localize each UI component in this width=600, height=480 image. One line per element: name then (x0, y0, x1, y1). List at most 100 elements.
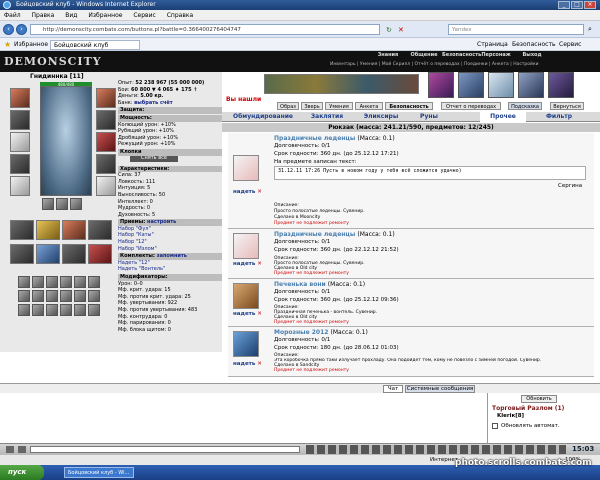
tab-spells[interactable]: Заклятия (302, 112, 352, 122)
ring-slot-3[interactable] (70, 198, 82, 210)
arena-icon[interactable] (548, 72, 574, 98)
boots-slot[interactable] (96, 176, 116, 196)
extra-slot-4[interactable] (88, 220, 112, 240)
item-name[interactable]: Печенька вони (274, 281, 326, 288)
security-menu[interactable]: Безопасность (512, 38, 556, 51)
wear-link[interactable]: надеть (233, 361, 255, 367)
search-icon[interactable]: ⌕ (588, 25, 592, 34)
menu-tools[interactable]: Сервис (133, 12, 155, 19)
delete-icon[interactable]: ✕ (257, 311, 262, 317)
minimize-icon[interactable]: _ (558, 1, 570, 9)
shield-slot[interactable] (96, 132, 116, 152)
helmet-slot[interactable] (10, 88, 30, 108)
refresh-icon[interactable]: ↻ (386, 26, 392, 34)
wear-link[interactable]: надеть (233, 311, 255, 317)
technique-set[interactable]: Набор "Каты" (118, 232, 222, 239)
belt-item-3[interactable] (46, 276, 58, 288)
belt-item-9[interactable] (46, 290, 58, 302)
page-menu[interactable]: Страница (477, 38, 508, 51)
belt-item-15[interactable] (46, 304, 58, 316)
url-input[interactable]: http://demonscity.combats.com/buttons.pl… (30, 24, 380, 35)
bracer-slot[interactable] (96, 110, 116, 130)
menu-social[interactable]: Общение (406, 52, 442, 58)
gloves-slot[interactable] (96, 154, 116, 174)
back-icon[interactable]: ‹ (3, 24, 14, 35)
earring-slot[interactable] (96, 88, 116, 108)
chat-tool-icon[interactable] (6, 446, 14, 453)
belt-item-11[interactable] (74, 290, 86, 302)
bank-icon[interactable] (458, 72, 484, 98)
extra-slot-1[interactable] (10, 220, 34, 240)
chat-toolbar-icons[interactable] (306, 445, 566, 454)
taskbar-window[interactable]: Бойцовский клуб - Wi... (64, 467, 134, 478)
profile-button[interactable]: Анкета (355, 102, 383, 110)
wear-link[interactable]: надеть (233, 189, 255, 195)
pet-button[interactable]: Зверь (301, 102, 323, 110)
wear-link[interactable]: надеть (233, 261, 255, 267)
menu-view[interactable]: Вид (65, 12, 77, 19)
browser-tab[interactable]: Бойцовский клуб (50, 40, 140, 50)
bank-link[interactable]: выбрать счёт (134, 100, 173, 106)
belt-item-16[interactable] (60, 304, 72, 316)
chat-tool-icon[interactable] (18, 446, 26, 453)
refresh-button[interactable]: Обновить (521, 395, 557, 403)
equipment-set[interactable]: Надеть "12" (118, 260, 222, 267)
tab-system-messages[interactable]: Системные сообщения (405, 385, 475, 393)
return-button[interactable]: Вернуться (550, 102, 584, 110)
favorites-button[interactable]: Избранное (14, 38, 48, 51)
item-name[interactable]: Морозные 2012 (274, 329, 328, 336)
post-icon[interactable] (518, 72, 544, 98)
equipment-set[interactable]: Надеть "Вонтель" (118, 266, 222, 273)
tab-other[interactable]: Прочее (480, 112, 526, 122)
armor-slot[interactable] (10, 154, 30, 174)
belt-item-1[interactable] (18, 276, 30, 288)
delete-icon[interactable]: ✕ (257, 261, 262, 267)
menu-exit[interactable]: Выход (514, 52, 550, 58)
extra-slot-5[interactable] (10, 244, 34, 264)
ring-slot-2[interactable] (56, 198, 68, 210)
tab-elixirs[interactable]: Эликсиры (356, 112, 406, 122)
menu-help[interactable]: Справка (167, 12, 193, 19)
power-header[interactable]: Мощность: (118, 114, 222, 122)
belt-item-12[interactable] (88, 290, 100, 302)
found-items-strip[interactable] (264, 74, 419, 94)
belt-item-14[interactable] (32, 304, 44, 316)
menu-character[interactable]: Персонаж (478, 52, 514, 58)
tab-equipment[interactable]: Обмундирование (228, 112, 298, 122)
stop-icon[interactable]: ✕ (398, 26, 404, 34)
belt-item-17[interactable] (74, 304, 86, 316)
tab-filter[interactable]: Фильтр (534, 112, 584, 122)
extra-slot-3[interactable] (62, 220, 86, 240)
belt-item-8[interactable] (32, 290, 44, 302)
extra-slot-6[interactable] (36, 244, 60, 264)
extra-slot-8[interactable] (88, 244, 112, 264)
extra-slot-2[interactable] (36, 220, 60, 240)
forward-icon[interactable]: › (16, 24, 27, 35)
auto-refresh-checkbox[interactable] (492, 423, 498, 429)
delete-icon[interactable]: ✕ (257, 189, 262, 195)
maximize-icon[interactable]: □ (571, 1, 583, 9)
amulet-slot[interactable] (10, 110, 30, 130)
knights-header[interactable]: Клопки (118, 148, 222, 156)
defense-header[interactable]: Защита: (118, 107, 222, 114)
menu-edit[interactable]: Правка (32, 12, 55, 19)
belt-item-18[interactable] (88, 304, 100, 316)
image-button[interactable]: Образ (277, 102, 299, 110)
security-button[interactable]: Безопасность (385, 102, 433, 110)
technique-set[interactable]: Набор "Излом" (118, 246, 222, 253)
modifiers-header[interactable]: Модификаторы: (118, 274, 222, 281)
item-name[interactable]: Праздничные леденцы (274, 231, 355, 238)
weapon-slot[interactable] (10, 132, 30, 152)
market-icon[interactable] (488, 72, 514, 98)
techniques-config-link[interactable]: настроить (147, 219, 176, 225)
ring-slot-1[interactable] (42, 198, 54, 210)
extra-slot-7[interactable] (62, 244, 86, 264)
tab-runes[interactable]: Руны (412, 112, 446, 122)
online-user[interactable]: Kleriк[8] (497, 413, 524, 419)
item-name[interactable]: Праздничные леденцы (274, 135, 355, 142)
search-input[interactable]: Yandex (448, 24, 584, 35)
character-name[interactable]: Гнидиннка [11] (30, 73, 84, 80)
menu-file[interactable]: Файл (4, 12, 21, 19)
belt-item-10[interactable] (60, 290, 72, 302)
close-icon[interactable]: × (584, 1, 596, 9)
